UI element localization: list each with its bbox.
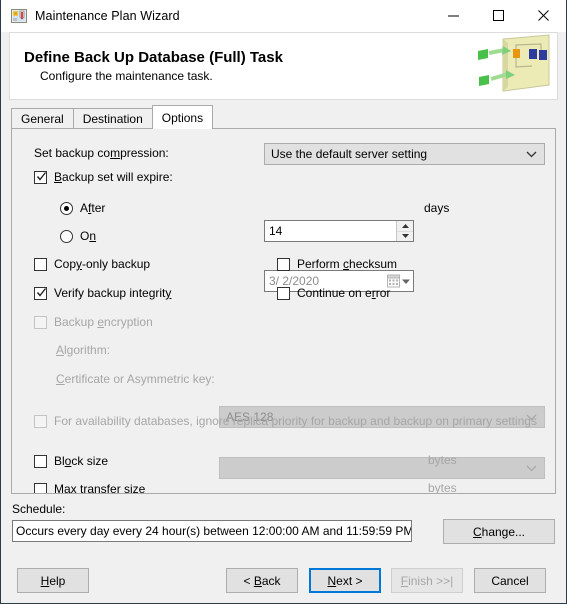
days-unit-label: days bbox=[424, 201, 450, 215]
compression-label: Set backup compression: bbox=[34, 146, 169, 160]
options-tab-panel: Set backup compression: Use the default … bbox=[11, 128, 556, 494]
tab-strip: General Destination Options bbox=[11, 105, 566, 129]
stepper-up-icon[interactable] bbox=[397, 221, 413, 232]
compression-label-row: Set backup compression: bbox=[34, 146, 169, 160]
algorithm-label-row: Algorithm: bbox=[56, 343, 110, 357]
calendar-dropdown-button[interactable] bbox=[387, 274, 410, 288]
availability-databases-checkbox bbox=[34, 414, 47, 428]
schedule-description-input[interactable]: Occurs every day every 24 hour(s) betwee… bbox=[12, 520, 412, 542]
copy-only-backup-row[interactable]: Copy-only backup bbox=[34, 257, 150, 271]
cancel-button[interactable]: Cancel bbox=[474, 568, 546, 593]
continue-on-error-checkbox[interactable] bbox=[277, 286, 290, 300]
verify-backup-integrity-checkbox[interactable] bbox=[34, 286, 47, 300]
perform-checksum-label: Perform checksum bbox=[297, 257, 398, 271]
availability-databases-row: For availability databases, ignore repli… bbox=[34, 414, 537, 428]
close-icon bbox=[538, 10, 549, 21]
perform-checksum-row[interactable]: Perform checksum bbox=[277, 257, 397, 271]
help-button[interactable]: Help bbox=[17, 568, 89, 593]
maintenance-plan-wizard-window: Maintenance Plan Wizard Define Back Up D… bbox=[0, 0, 567, 604]
tab-options[interactable]: Options bbox=[151, 105, 214, 129]
block-size-row[interactable]: Block size bbox=[34, 454, 108, 468]
certificate-label-row: Certificate or Asymmetric key: bbox=[56, 372, 215, 386]
continue-on-error-row[interactable]: Continue on error bbox=[277, 286, 390, 300]
schedule-description-value: Occurs every day every 24 hour(s) betwee… bbox=[16, 524, 412, 538]
verify-backup-integrity-label: Verify backup integrity bbox=[54, 286, 172, 300]
days-unit-row: days bbox=[424, 201, 449, 215]
algorithm-label: Algorithm: bbox=[56, 343, 111, 357]
minimize-button[interactable] bbox=[431, 0, 476, 32]
finish-label: Finish >>| bbox=[400, 573, 454, 588]
max-transfer-size-checkbox[interactable] bbox=[34, 482, 47, 493]
tab-general-label: General bbox=[21, 111, 64, 126]
backup-encryption-checkbox bbox=[34, 315, 47, 329]
on-label: On bbox=[80, 229, 97, 243]
title-bar: Maintenance Plan Wizard bbox=[1, 0, 566, 32]
expire-checkbox-row[interactable]: Backup set will expire: bbox=[34, 170, 173, 184]
max-transfer-size-row[interactable]: Max transfer size bbox=[34, 482, 146, 494]
copy-only-backup-label: Copy-only backup bbox=[54, 257, 151, 271]
maximize-icon bbox=[493, 10, 504, 21]
schedule-label: Schedule: bbox=[12, 502, 66, 516]
expire-after-days-stepper[interactable] bbox=[396, 221, 413, 241]
caption-buttons bbox=[431, 0, 566, 32]
cancel-label: Cancel bbox=[491, 573, 529, 588]
after-label: After bbox=[80, 201, 106, 215]
block-size-checkbox[interactable] bbox=[34, 454, 47, 468]
tab-destination[interactable]: Destination bbox=[72, 108, 153, 128]
backup-set-will-expire-label: Backup set will expire: bbox=[54, 170, 173, 184]
continue-on-error-label: Continue on error bbox=[297, 286, 391, 300]
chevron-down-icon bbox=[526, 147, 537, 161]
tab-general[interactable]: General bbox=[11, 108, 74, 128]
tab-options-label: Options bbox=[161, 110, 204, 125]
backup-compression-value: Use the default server setting bbox=[271, 147, 428, 161]
on-radio-row[interactable]: On bbox=[60, 229, 96, 243]
max-transfer-size-label: Max transfer size bbox=[54, 482, 146, 494]
maximize-button[interactable] bbox=[476, 0, 521, 32]
back-label: < Back bbox=[243, 573, 281, 588]
close-button[interactable] bbox=[521, 0, 566, 32]
backup-encryption-row: Backup encryption bbox=[34, 315, 153, 329]
verify-backup-integrity-row[interactable]: Verify backup integrity bbox=[34, 286, 171, 300]
window-title: Maintenance Plan Wizard bbox=[35, 8, 180, 23]
perform-checksum-checkbox[interactable] bbox=[277, 257, 290, 271]
wizard-banner: Define Back Up Database (Full) Task Conf… bbox=[9, 32, 558, 100]
minimize-icon bbox=[448, 15, 459, 17]
check-icon bbox=[36, 287, 47, 300]
back-button[interactable]: < Back bbox=[226, 568, 298, 593]
backup-set-will-expire-checkbox[interactable] bbox=[34, 170, 47, 184]
block-size-label: Block size bbox=[54, 454, 109, 468]
copy-only-backup-checkbox[interactable] bbox=[34, 257, 47, 271]
wizard-footer: Help < Back Next > Finish >>| Cancel bbox=[1, 556, 566, 603]
max-transfer-units-label: bytes bbox=[428, 481, 457, 494]
stepper-down-icon[interactable] bbox=[397, 232, 413, 242]
block-size-units-row: bytes bbox=[428, 453, 457, 467]
backup-compression-combo[interactable]: Use the default server setting bbox=[264, 143, 545, 165]
backup-encryption-label: Backup encryption bbox=[54, 315, 153, 329]
change-schedule-button[interactable]: Change... bbox=[443, 519, 555, 544]
max-transfer-units-row: bytes bbox=[428, 481, 457, 494]
on-radio[interactable] bbox=[60, 229, 73, 243]
expire-after-days-input[interactable]: 14 bbox=[264, 220, 414, 242]
expire-after-days-value: 14 bbox=[269, 224, 283, 238]
next-button[interactable]: Next > bbox=[309, 568, 381, 593]
schedule-area: Schedule: Occurs every day every 24 hour… bbox=[11, 494, 556, 556]
tab-destination-label: Destination bbox=[82, 111, 143, 126]
check-icon bbox=[36, 171, 47, 184]
after-radio-row[interactable]: After bbox=[60, 201, 105, 215]
change-schedule-label: Change... bbox=[472, 524, 526, 539]
block-size-units-label: bytes bbox=[428, 453, 457, 467]
maintenance-plan-illustration-icon bbox=[475, 33, 553, 99]
chevron-down-icon bbox=[526, 461, 537, 475]
certificate-combo bbox=[219, 457, 545, 479]
after-radio[interactable] bbox=[60, 201, 73, 215]
certificate-label: Certificate or Asymmetric key: bbox=[56, 372, 215, 386]
chevron-down-icon bbox=[402, 279, 410, 284]
next-label: Next > bbox=[327, 573, 363, 588]
availability-databases-label: For availability databases, ignore repli… bbox=[54, 414, 537, 428]
finish-button: Finish >>| bbox=[391, 568, 463, 593]
help-label: Help bbox=[40, 573, 66, 588]
wizard-icon bbox=[11, 8, 27, 24]
